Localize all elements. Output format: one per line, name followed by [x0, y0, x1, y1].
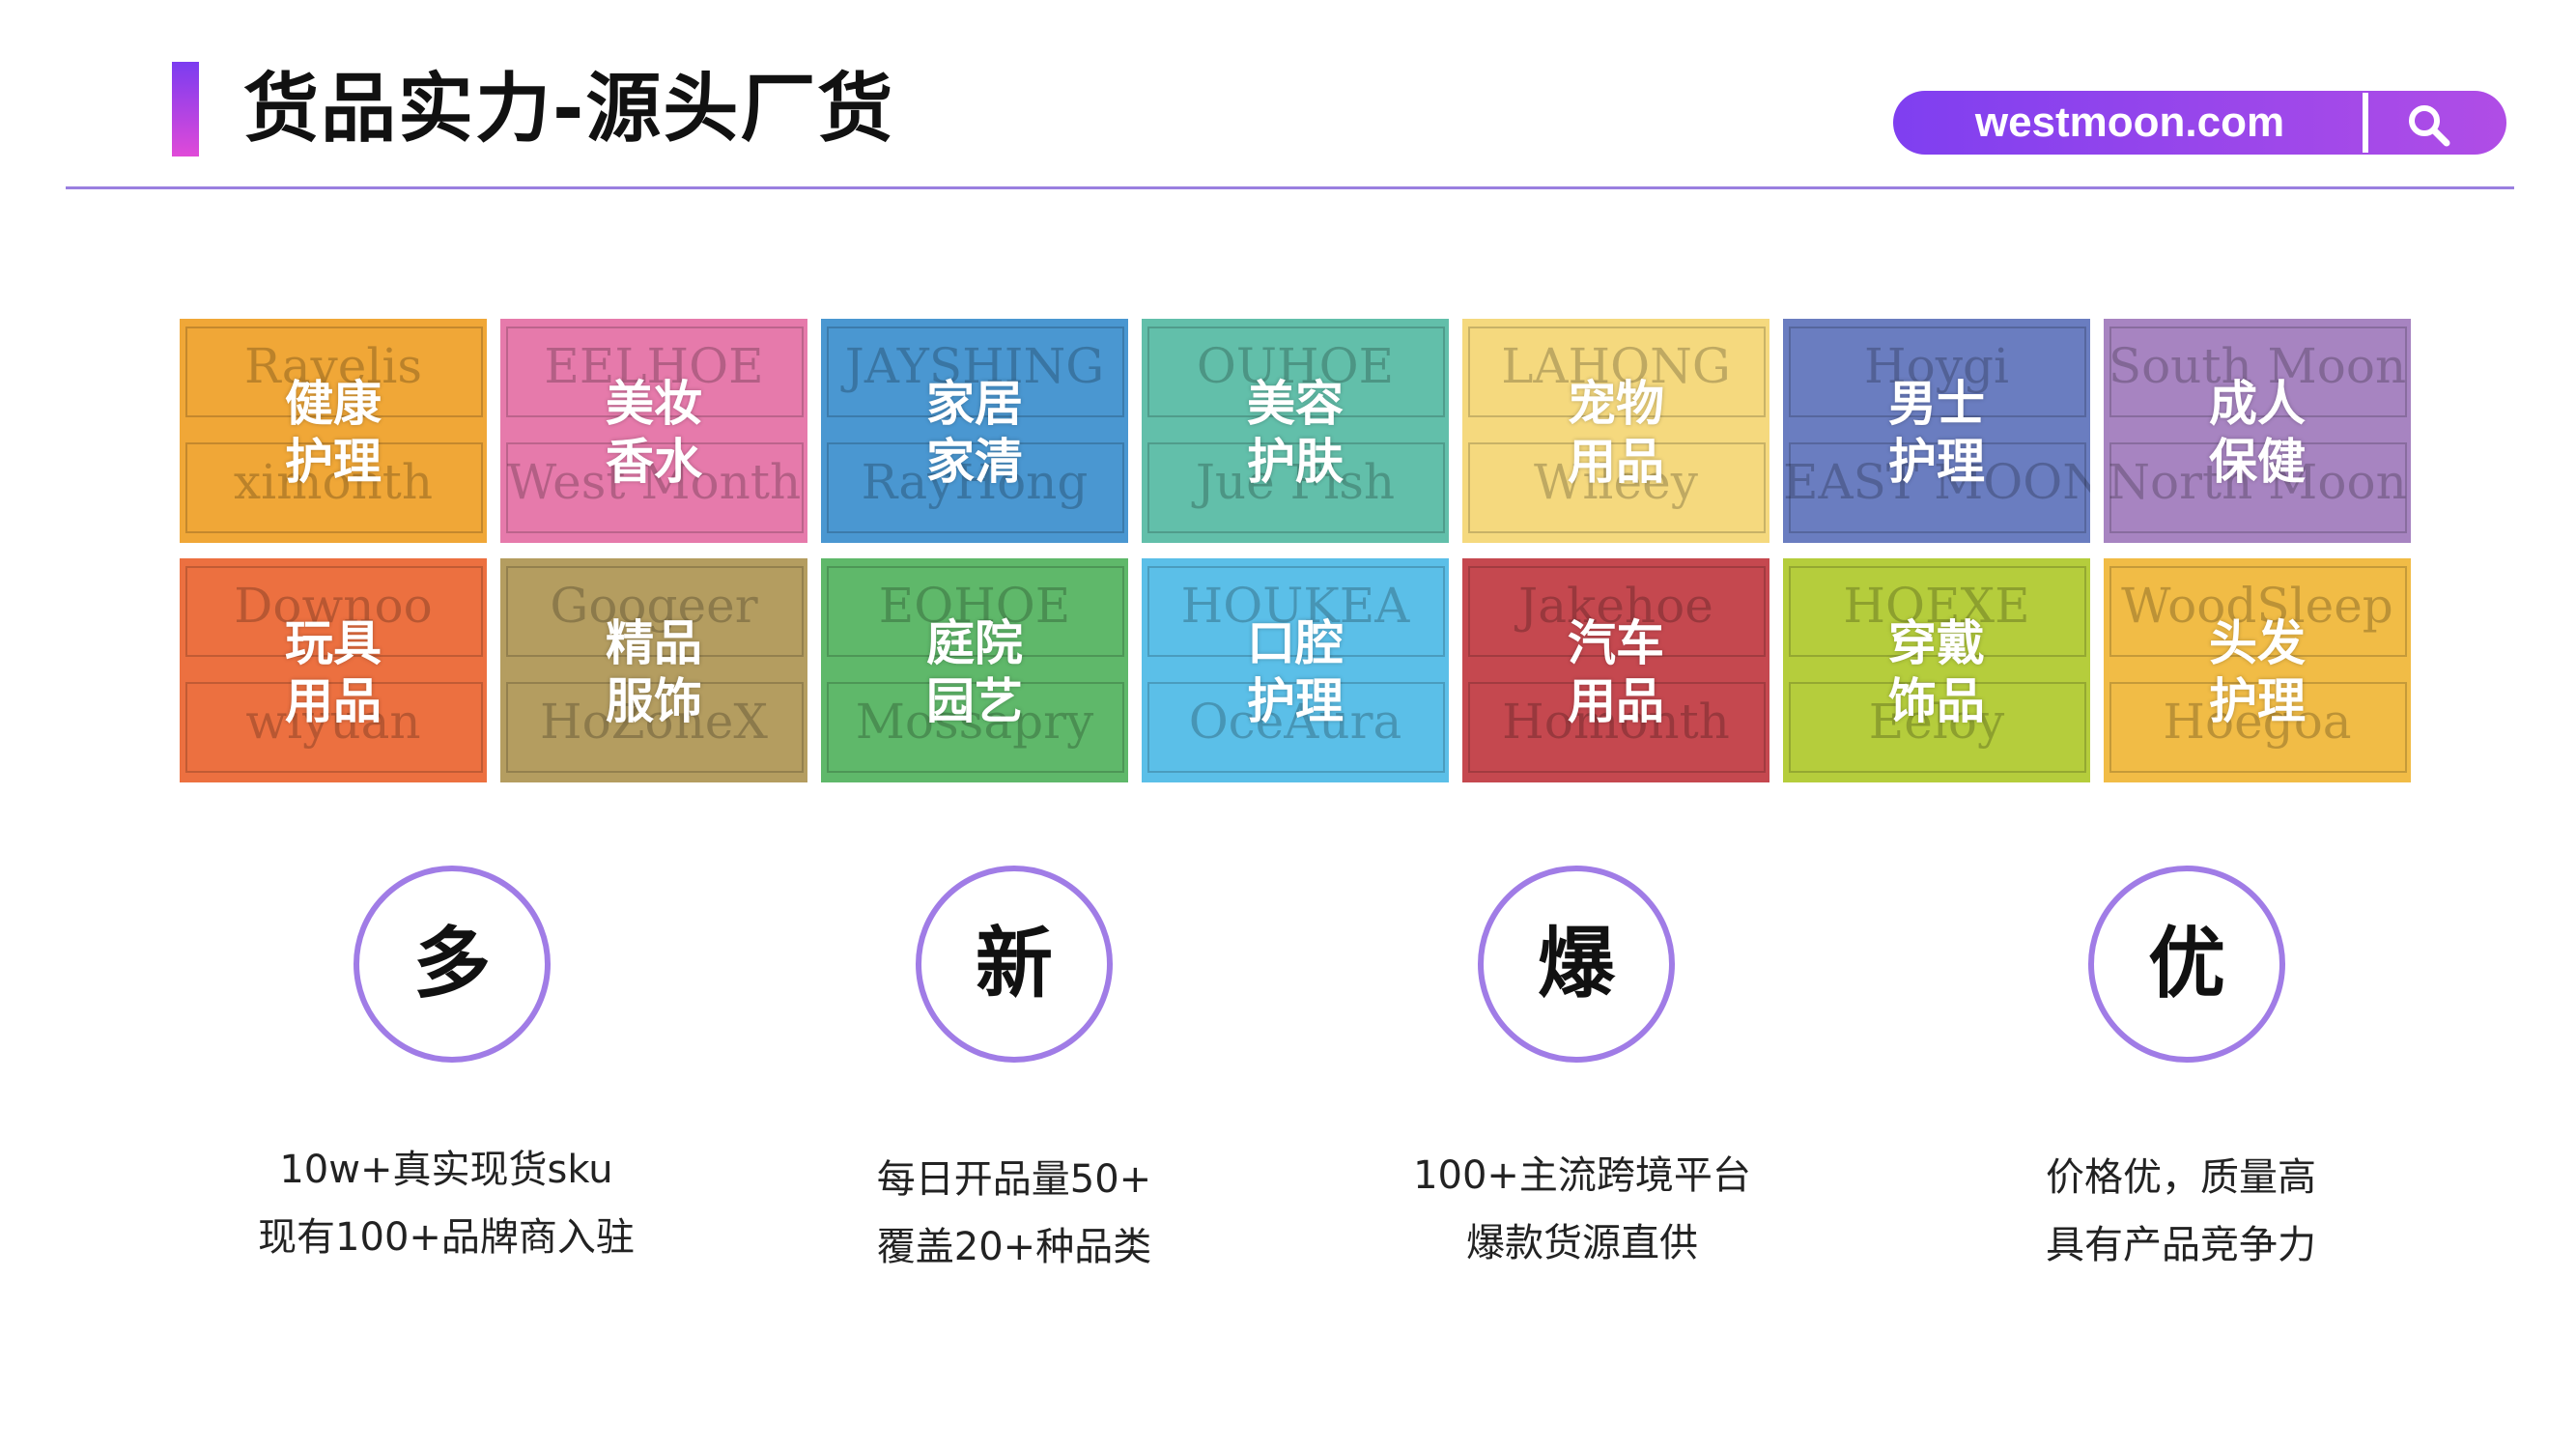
- feature-line: 爆款货源直供: [1466, 1221, 1698, 1265]
- feature-description: 每日开品量50+ 覆盖20+种品类: [763, 1146, 1265, 1281]
- category-tile[interactable]: EELHOE West Month 美妆 香水: [500, 319, 807, 543]
- category-tile[interactable]: Ravelis ximonth 健康 护理: [180, 319, 487, 543]
- feature-description: 价格优，质量高 具有产品竞争力: [1930, 1144, 2432, 1279]
- feature-circle-hot: 爆: [1478, 866, 1675, 1063]
- category-tile[interactable]: OUHOE Jue Fish 美容 护肤: [1142, 319, 1449, 543]
- category-tile[interactable]: Downoo wiyuan 玩具 用品: [180, 558, 487, 782]
- category-label: 男士 护理: [1888, 376, 1985, 490]
- feature-line: 价格优，质量高: [2046, 1155, 2316, 1200]
- feature-circle-new: 新: [916, 866, 1113, 1063]
- search-input[interactable]: westmoon.com: [1893, 91, 2366, 155]
- category-tile[interactable]: WoodSleep Hoegoa 头发 护理: [2104, 558, 2411, 782]
- page-title: 货品实力-源头厂货: [243, 66, 895, 153]
- category-label: 美容 护肤: [1247, 376, 1344, 490]
- category-label: 玩具 用品: [285, 615, 382, 729]
- category-label: 美妆 香水: [606, 376, 702, 490]
- feature-line: 现有100+品牌商入驻: [258, 1215, 635, 1260]
- feature-line: 每日开品量50+: [876, 1157, 1152, 1202]
- category-label: 宠物 用品: [1568, 376, 1664, 490]
- category-label: 汽车 用品: [1568, 615, 1664, 729]
- category-label: 精品 服饰: [606, 615, 702, 729]
- category-tile[interactable]: LAHONG Wileey 宠物 用品: [1462, 319, 1769, 543]
- feature-description: 100+主流跨境平台 爆款货源直供: [1331, 1142, 1833, 1277]
- category-label: 头发 护理: [2209, 615, 2306, 729]
- feature-char: 多: [413, 919, 491, 1009]
- category-tile[interactable]: Jakehoe Homonth 汽车 用品: [1462, 558, 1769, 782]
- feature-line: 具有产品竞争力: [2046, 1223, 2316, 1267]
- header-divider: [66, 186, 2514, 189]
- feature-char: 优: [2148, 919, 2225, 1009]
- category-label: 穿戴 饰品: [1888, 615, 1985, 729]
- category-tile[interactable]: HOUKEA OceAura 口腔 护理: [1142, 558, 1449, 782]
- title-accent-bar: [172, 62, 199, 156]
- category-tile[interactable]: JAYSHING RayHong 家居 家清: [821, 319, 1128, 543]
- feature-circle-many: 多: [354, 866, 551, 1063]
- feature-char: 爆: [1538, 919, 1615, 1009]
- feature-line: 10w+真实现货sku: [279, 1148, 613, 1192]
- category-label: 成人 保健: [2209, 376, 2306, 490]
- feature-line: 覆盖20+种品类: [876, 1225, 1152, 1269]
- category-tile[interactable]: Hoygi EAST MOON 男士 护理: [1783, 319, 2090, 543]
- feature-description: 10w+真实现货sku 现有100+品牌商入驻: [195, 1136, 697, 1271]
- feature-char: 新: [976, 919, 1053, 1009]
- category-tile[interactable]: EOHOE Mossapry 庭院 园艺: [821, 558, 1128, 782]
- category-label: 健康 护理: [285, 376, 382, 490]
- search-divider: [2363, 93, 2368, 153]
- feature-line: 100+主流跨境平台: [1413, 1153, 1751, 1198]
- feature-circle-quality: 优: [2088, 866, 2285, 1063]
- search-icon[interactable]: [2405, 101, 2451, 148]
- category-tile[interactable]: South Moon North Moon 成人 保健: [2104, 319, 2411, 543]
- category-label: 庭院 园艺: [926, 615, 1023, 729]
- category-label: 家居 家清: [926, 376, 1023, 490]
- category-tile[interactable]: Googeer HoZoneX 精品 服饰: [500, 558, 807, 782]
- search-bar[interactable]: westmoon.com: [1893, 91, 2506, 155]
- category-tile[interactable]: HOEXE Eeloy 穿戴 饰品: [1783, 558, 2090, 782]
- category-label: 口腔 护理: [1247, 615, 1344, 729]
